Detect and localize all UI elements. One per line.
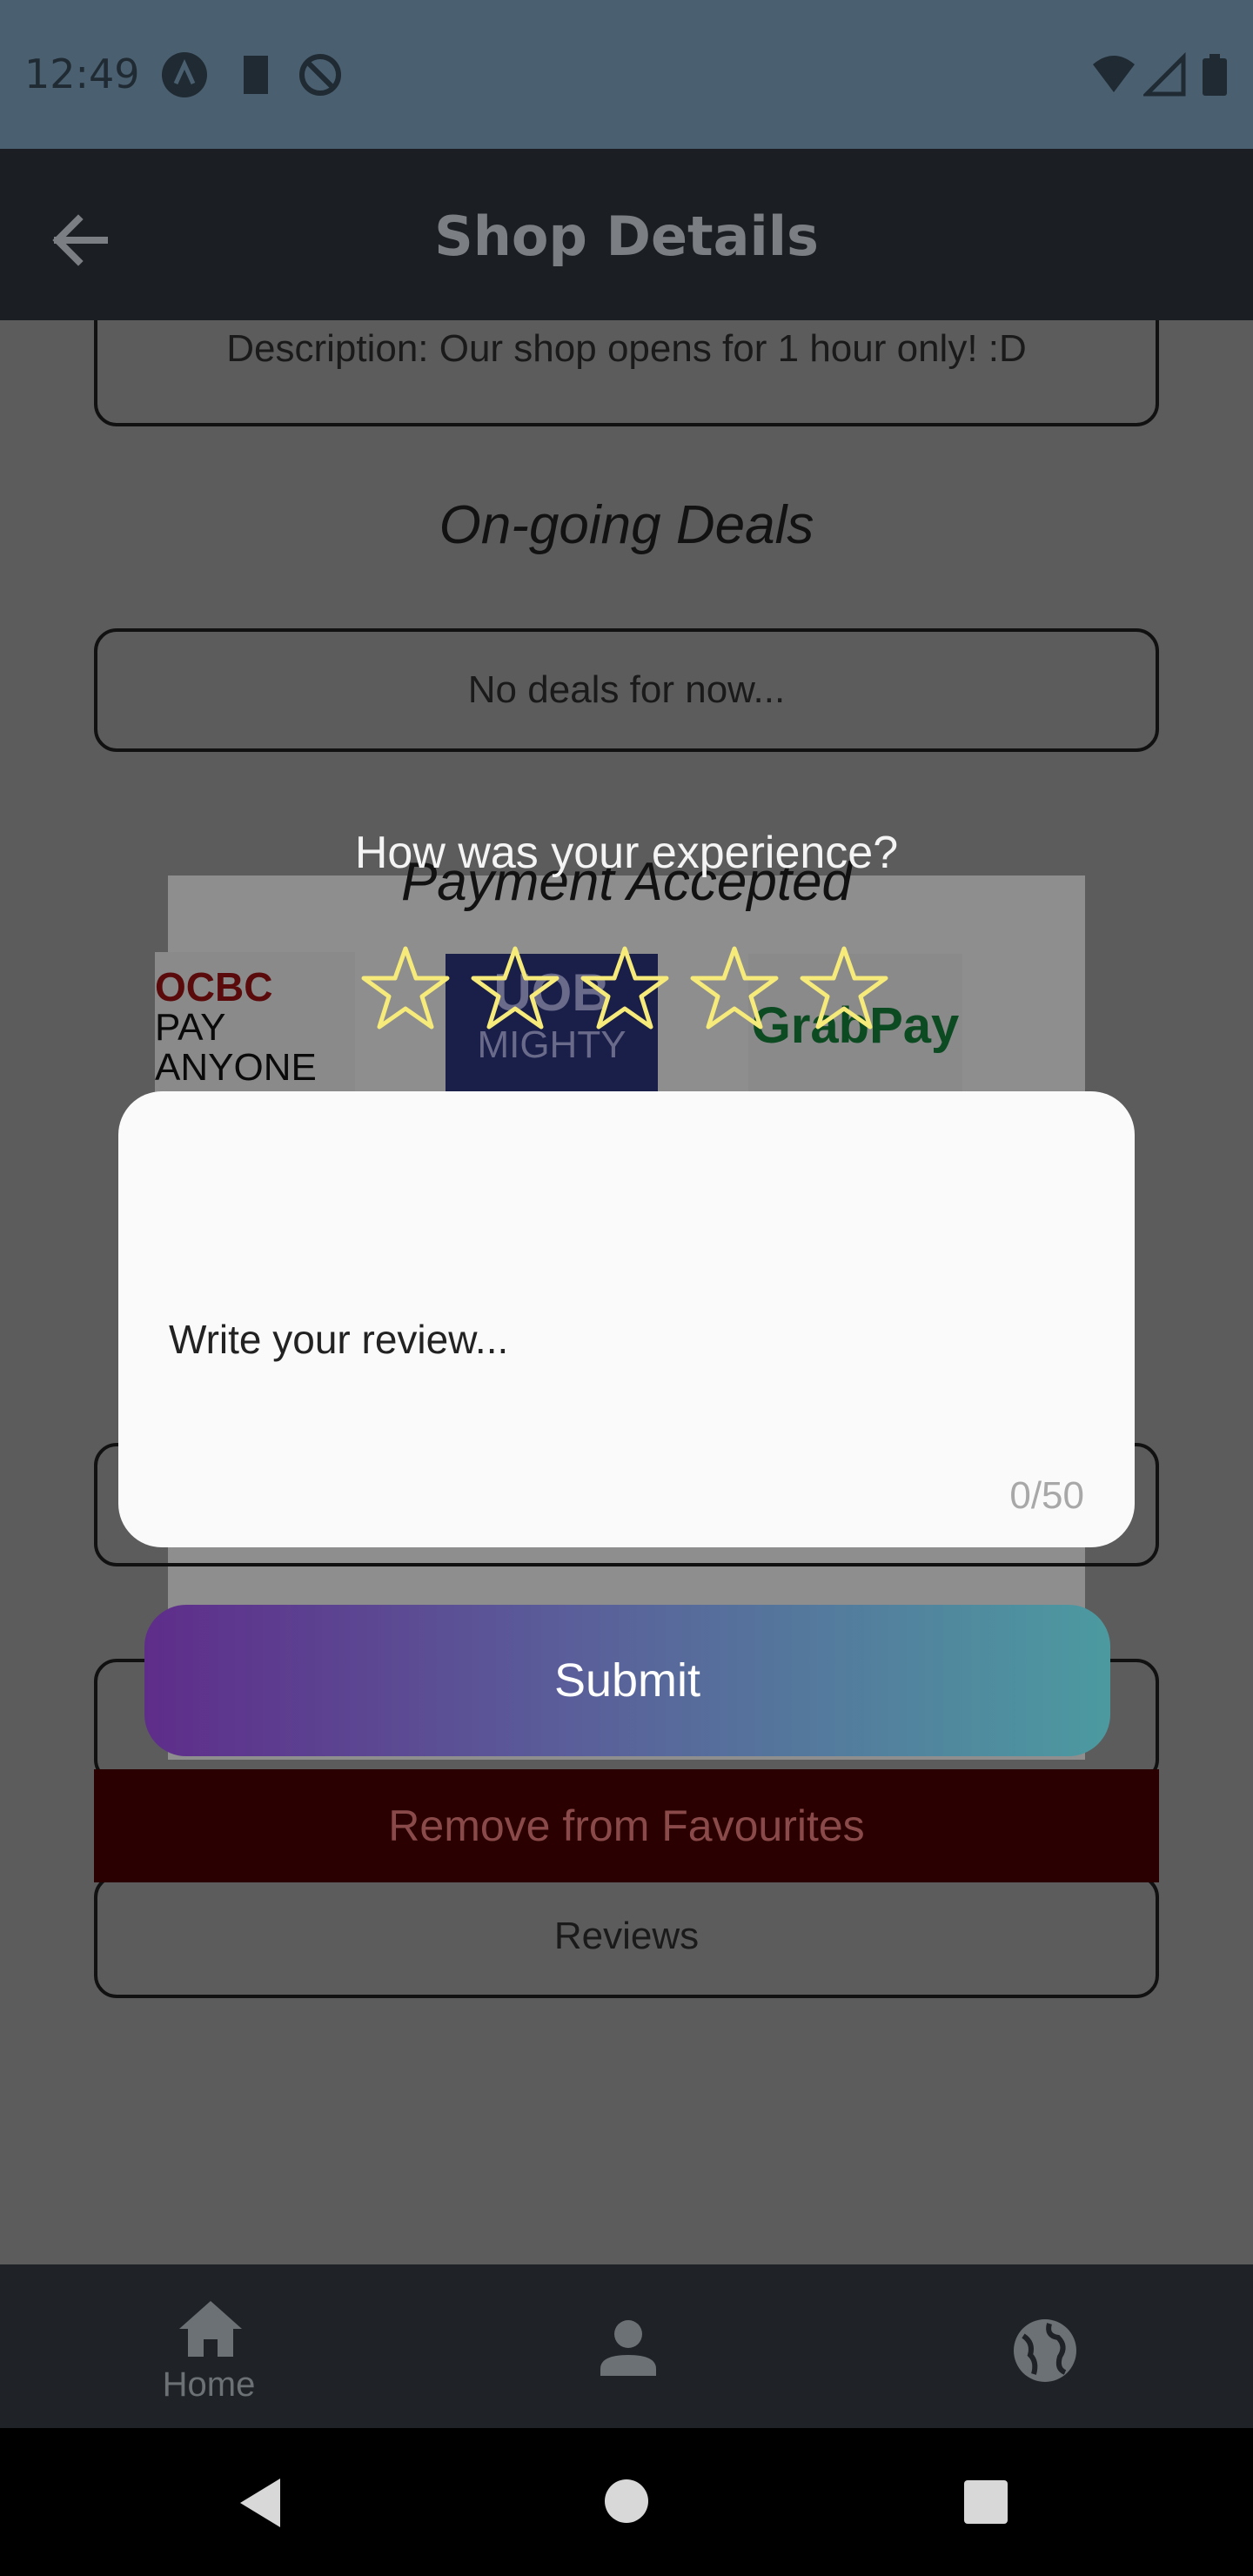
review-text-area[interactable]: 0/50 (118, 1091, 1135, 1547)
star-4-icon[interactable] (689, 945, 780, 1032)
person-icon (600, 2320, 656, 2376)
globe-icon (1014, 2319, 1076, 2382)
system-navigation-bar (0, 2428, 1253, 2576)
sd-card-icon (244, 56, 268, 94)
bottom-navigation: Home (0, 2264, 1253, 2428)
app-a-icon (162, 52, 207, 97)
description-box: Description: Our shop opens for 1 hour o… (94, 320, 1159, 426)
back-triangle-icon[interactable] (237, 2477, 284, 2529)
no-sign-icon (299, 54, 341, 96)
remove-favourites-label: Remove from Favourites (388, 1801, 865, 1850)
signal-icon (1143, 52, 1186, 97)
no-deals-text: No deals for now... (467, 668, 786, 711)
wifi-icon (1093, 56, 1135, 92)
home-circle-icon[interactable] (604, 2479, 649, 2524)
star-3-icon[interactable] (580, 945, 670, 1032)
ocbc-logo-line2: PAY (155, 1006, 226, 1049)
home-icon (179, 2301, 242, 2357)
submit-label: Submit (553, 1654, 701, 1707)
app-bar: Shop Details (0, 149, 1253, 320)
page-title: Shop Details (434, 205, 819, 268)
ocbc-logo-line3: ANYONE (155, 1046, 317, 1089)
status-time: 12:49 (24, 50, 140, 97)
star-1-icon[interactable] (360, 945, 451, 1032)
nav-globe[interactable] (915, 2264, 1176, 2428)
nav-profile[interactable] (498, 2264, 759, 2428)
ocbc-logo-line1: OCBC (155, 964, 273, 1010)
no-deals-box: No deals for now... (94, 628, 1159, 752)
ocbc-logo: OCBC PAY ANYONE (155, 952, 355, 1100)
star-5-icon[interactable] (799, 945, 889, 1032)
review-input[interactable] (169, 1309, 1082, 1370)
battery-icon (1203, 54, 1227, 96)
reviews-label: Reviews (553, 1915, 700, 1957)
status-bar: 12:49 (0, 0, 1253, 149)
dialog-title: How was your experience? (354, 828, 899, 878)
char-counter: 0/50 (1009, 1474, 1084, 1517)
recents-square-icon[interactable] (964, 2480, 1008, 2524)
submit-button[interactable]: Submit (144, 1605, 1110, 1756)
star-2-icon[interactable] (470, 945, 560, 1032)
reviews-button[interactable]: Reviews (94, 1875, 1159, 1998)
nav-home-label: Home (162, 2365, 256, 2404)
ongoing-deals-heading: On-going Deals (439, 495, 814, 555)
nav-home[interactable]: Home (78, 2264, 339, 2428)
description-text: Description: Our shop opens for 1 hour o… (226, 327, 1027, 370)
remove-from-favourites-button[interactable]: Remove from Favourites (94, 1769, 1159, 1882)
